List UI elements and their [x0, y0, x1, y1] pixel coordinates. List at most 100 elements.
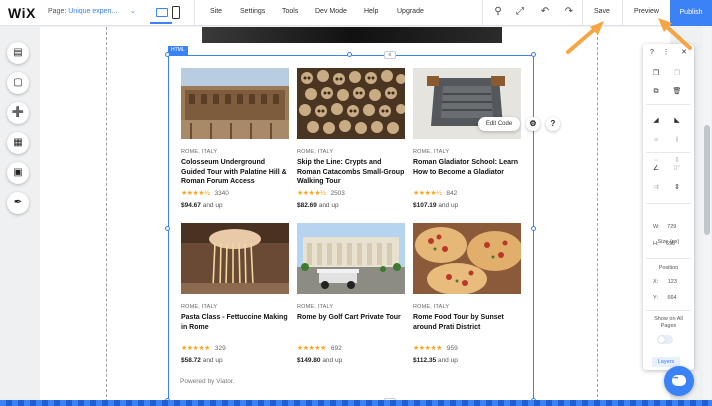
x-field[interactable]: X: 123 — [653, 279, 677, 285]
x-label: X: — [653, 279, 659, 285]
resize-handle[interactable] — [165, 52, 170, 57]
tour-title[interactable]: Roman Gladiator School: Learn How to Bec… — [413, 158, 521, 187]
media-icon[interactable]: ▣ — [7, 162, 29, 184]
tour-title[interactable]: Rome by Golf Cart Private Tour — [297, 313, 405, 342]
height-value: 695 — [666, 241, 676, 247]
star-rating-icon: ★★★★★ — [297, 345, 326, 352]
show-on-all-pages-label: Show on All Pages — [654, 316, 683, 329]
divider — [194, 0, 195, 26]
menu-tools[interactable]: Tools — [282, 8, 298, 15]
chevron-down-icon[interactable]: ⌄ — [130, 7, 136, 15]
height-label: H: — [653, 241, 659, 247]
annotation-arrow-icon — [658, 18, 692, 50]
y-label: Y: — [653, 295, 658, 301]
arrange-back-icon[interactable]: ◣ — [672, 116, 682, 126]
review-count: 959 — [446, 345, 458, 352]
tour-price: $107.19 and up — [413, 202, 521, 209]
menu-site[interactable]: Site — [210, 8, 222, 15]
tour-location: ROME, ITALY — [413, 304, 450, 310]
add-icon[interactable]: ➕ — [7, 102, 29, 124]
help-icon[interactable]: ? — [546, 117, 560, 131]
redo-icon[interactable]: ↷ — [562, 5, 576, 19]
powered-by-text: Powered by Viator. — [180, 378, 235, 385]
gear-icon[interactable]: ⚙ — [526, 117, 540, 131]
menu-help[interactable]: Help — [364, 8, 378, 15]
resize-handle[interactable] — [165, 226, 170, 231]
price-suffix: and up — [202, 357, 223, 364]
properties-panel: ? ⋮ ✕ ❐ ❐ ⧉ 🗑 ◢ ◣ ≡ ‖ ⇔ ⇕ ∠ 0° ⇉ ⇕ Size … — [643, 44, 694, 370]
section-icon[interactable]: ▢ — [7, 72, 29, 94]
drag-handle-icon[interactable]: ≡ — [384, 51, 396, 59]
width-value: 729 — [667, 224, 677, 230]
resize-handle[interactable] — [347, 52, 352, 57]
width-field[interactable]: W: 729 — [653, 224, 676, 230]
tour-card[interactable]: ROME, ITALY Roman Gladiator School: Lear… — [413, 68, 521, 209]
tour-rating: ★★★★½ 3340 — [181, 189, 289, 198]
duplicate-icon[interactable]: ⧉ — [651, 87, 661, 97]
desktop-view-icon[interactable] — [150, 2, 172, 24]
search-icon[interactable]: ⚲ — [491, 5, 505, 19]
rotate-icon[interactable]: ∠ — [651, 164, 661, 174]
page-selector-prefix: Page: — [48, 8, 67, 15]
delete-icon[interactable]: 🗑 — [672, 87, 682, 97]
tour-image — [297, 223, 405, 294]
undo-icon[interactable]: ↶ — [538, 5, 552, 19]
resize-handle[interactable] — [531, 52, 536, 57]
pages-icon[interactable]: ▤ — [7, 42, 29, 64]
tour-card[interactable]: ROME, ITALY Skip the Line: Crypts and Ro… — [297, 68, 406, 209]
review-count: 3340 — [214, 190, 229, 197]
tour-title[interactable]: Pasta Class - Fettuccine Making in Rome — [181, 313, 289, 342]
price-suffix: and up — [438, 202, 459, 209]
menu-settings[interactable]: Settings — [240, 8, 265, 15]
resize-handle[interactable] — [531, 226, 536, 231]
flip-vertical-icon[interactable]: ⇕ — [672, 183, 682, 193]
tour-card[interactable]: ROME, ITALY Rome by Golf Cart Private To… — [297, 223, 405, 364]
strip-image[interactable] — [202, 27, 502, 43]
width-label: W: — [653, 224, 660, 230]
price-suffix: and up — [322, 357, 343, 364]
app-market-icon[interactable]: ▦ — [7, 132, 29, 154]
review-count: 692 — [330, 345, 342, 352]
mobile-view-icon[interactable] — [172, 6, 180, 19]
tour-location: ROME, ITALY — [181, 304, 218, 310]
scrollbar-thumb[interactable] — [704, 125, 710, 235]
tour-location: ROME, ITALY — [413, 149, 450, 155]
page-selector[interactable]: Page: Unique expen... — [48, 8, 117, 15]
chat-icon[interactable] — [664, 366, 694, 396]
tour-title[interactable]: Rome Food Tour by Sunset around Prati Di… — [413, 313, 521, 342]
tour-rating: ★★★★★ 329 — [181, 344, 289, 353]
tour-price: $58.72 and up — [181, 357, 289, 364]
tour-rating: ★★★★★ 692 — [297, 344, 405, 353]
price-suffix: and up — [318, 202, 339, 209]
height-field[interactable]: H: 695 — [653, 241, 675, 247]
y-field[interactable]: Y: 664 — [653, 295, 677, 301]
tour-card[interactable]: ROME, ITALY Rome Food Tour by Sunset aro… — [413, 223, 523, 364]
paste-icon: ❐ — [673, 70, 681, 77]
arrange-forward-icon[interactable]: ◢ — [651, 116, 661, 126]
divider — [622, 0, 623, 26]
star-rating-icon: ★★★★½ — [413, 190, 442, 197]
divider — [482, 0, 483, 26]
show-on-all-pages-toggle[interactable] — [657, 335, 673, 344]
zoom-out-icon[interactable]: ⤢ — [513, 5, 527, 19]
save-button[interactable]: Save — [594, 8, 610, 15]
edit-code-button[interactable]: Edit Code — [478, 117, 520, 131]
copy-icon[interactable]: ❐ — [651, 69, 661, 79]
tour-title[interactable]: Skip the Line: Crypts and Roman Catacomb… — [297, 158, 405, 187]
menu-upgrade[interactable]: Upgrade — [397, 8, 424, 15]
tour-title[interactable]: Colosseum Underground Guided Tour with P… — [181, 158, 289, 187]
star-rating-icon: ★★★★½ — [297, 190, 326, 197]
tour-image — [181, 68, 289, 139]
tour-card[interactable]: ROME, ITALY Pasta Class - Fettuccine Mak… — [181, 223, 289, 364]
price-amount: $82.69 — [297, 202, 317, 209]
right-gridline — [597, 27, 598, 402]
flip-horizontal-icon: ⇉ — [653, 184, 659, 191]
distribute-icon: ‖ — [675, 137, 679, 144]
wix-logo: WiX — [8, 5, 36, 21]
review-count: 2503 — [330, 190, 345, 197]
tour-card[interactable]: ROME, ITALY Colosseum Underground Guided… — [181, 68, 289, 209]
y-value: 664 — [667, 295, 677, 301]
tour-rating: ★★★★★ 959 — [413, 344, 521, 353]
pen-icon[interactable]: ✒ — [7, 192, 29, 214]
menu-dev-mode[interactable]: Dev Mode — [315, 8, 347, 15]
